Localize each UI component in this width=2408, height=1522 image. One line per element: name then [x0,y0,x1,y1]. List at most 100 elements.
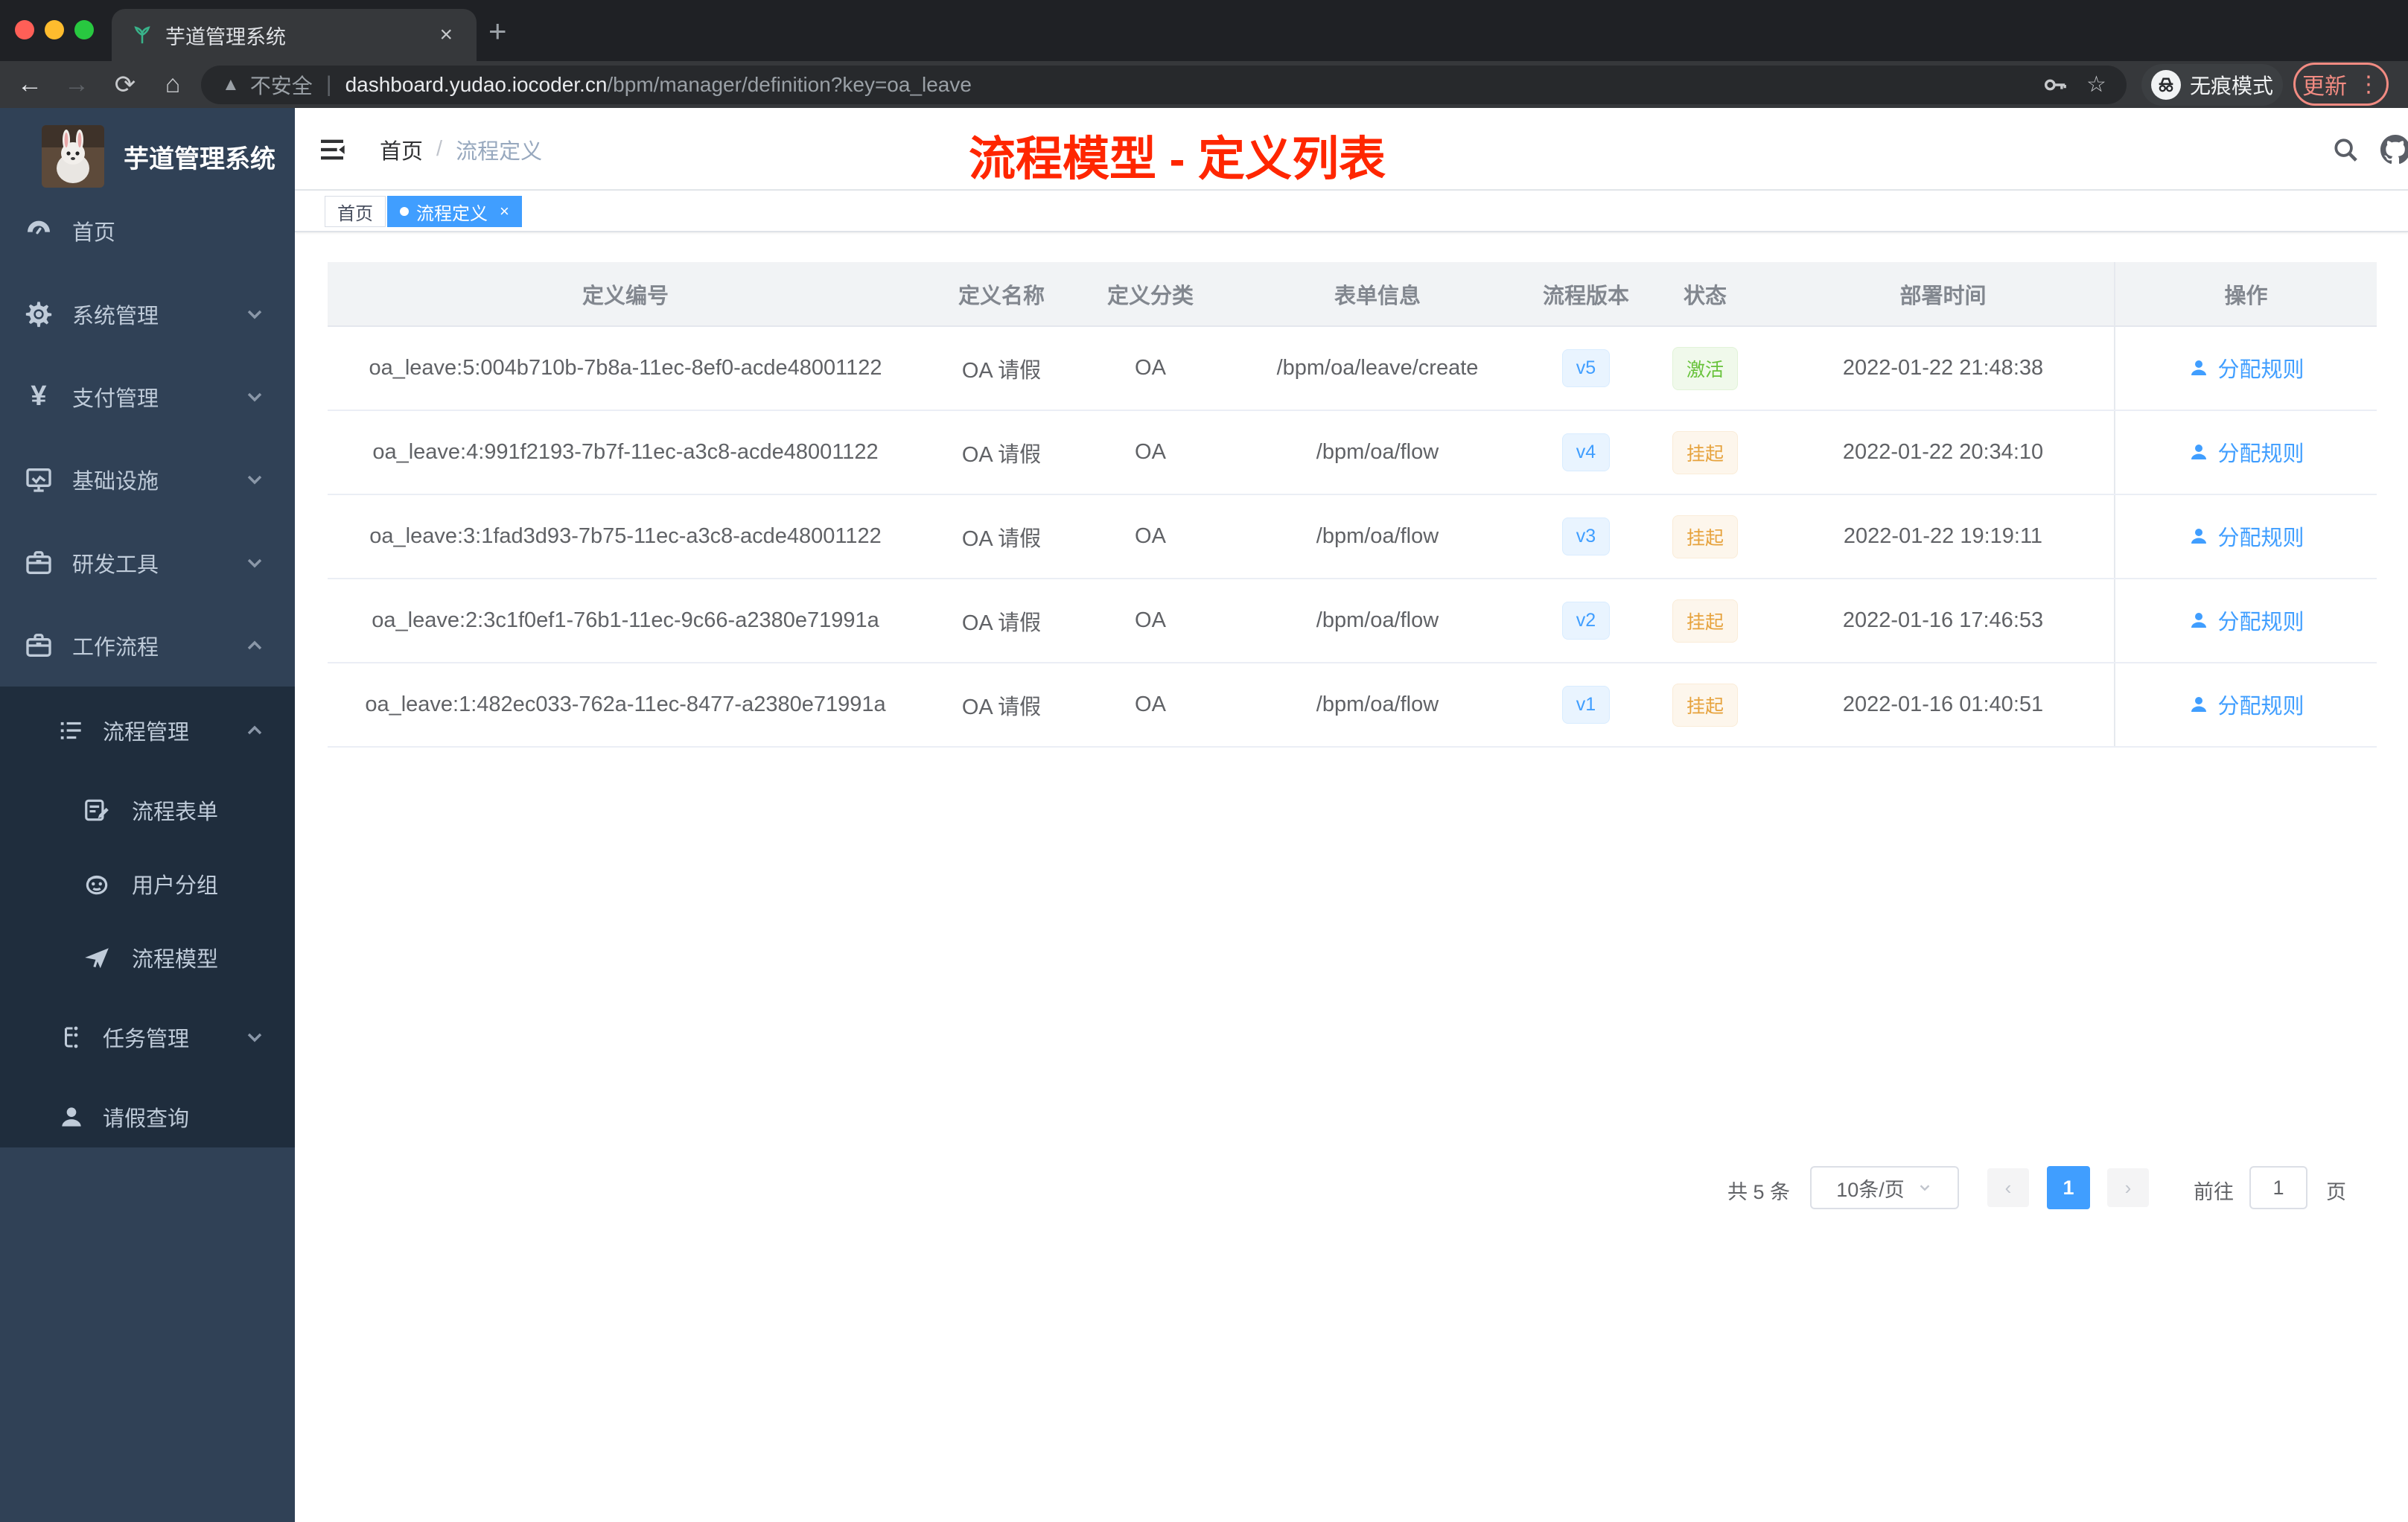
col-time: 部署时间 [1772,262,2115,327]
gear-icon [22,298,55,331]
sidebar-item-home[interactable]: 首页 [0,189,295,272]
table-row: oa_leave:1:482ec033-762a-11ec-8477-a2380… [328,663,2377,748]
forward-icon[interactable]: → [56,61,98,108]
assign-rule-button[interactable]: 分配规则 [2188,436,2305,468]
assign-rule-button[interactable]: 分配规则 [2188,689,2305,720]
sidebar-item-payment[interactable]: ¥ 支付管理 [0,355,295,438]
password-key-icon[interactable] [2042,61,2067,108]
process-list-icon [55,714,88,747]
cell-time: 2022-01-16 01:40:51 [1772,663,2115,748]
cell-id: oa_leave:5:004b710b-7b8a-11ec-8ef0-acde4… [328,326,923,411]
sidebar-item-label: 流程模型 [132,947,219,972]
goto-page-input[interactable]: 1 [2249,1166,2307,1209]
form-link[interactable]: /bpm/oa/flow [1221,579,1534,663]
col-action: 操作 [2114,262,2377,327]
window-zoom-button[interactable] [74,20,94,39]
sidebar-item-user-group[interactable]: 用户分组 [0,842,295,925]
breadcrumb-current: 流程定义 [456,139,543,164]
chevron-down-icon [243,302,267,326]
chevron-down-icon [243,385,267,409]
prev-page-button[interactable]: ‹ [1987,1168,2029,1207]
goto-label: 前往 [2194,1181,2234,1203]
version-badge[interactable]: v2 [1562,602,1610,640]
definition-name-link[interactable]: OA 请假 [923,326,1080,411]
sidebar-item-process-mgmt[interactable]: 流程管理 [0,689,295,771]
page-number-active[interactable]: 1 [2047,1166,2090,1209]
sidebar-item-infrastructure[interactable]: 基础设施 [0,438,295,520]
form-link[interactable]: /bpm/oa/leave/create [1221,326,1534,411]
chevron-down-icon [243,468,267,491]
col-name: 定义名称 [923,262,1080,327]
sidebar-item-system[interactable]: 系统管理 [0,273,295,355]
version-badge[interactable]: v3 [1562,518,1610,555]
browser-update-button[interactable]: 更新 ⋮ [2293,63,2389,106]
tag-current[interactable]: 流程定义 × [387,196,522,227]
breadcrumb: 首页 / 流程定义 [380,108,542,191]
cell-category: OA [1080,494,1221,579]
next-page-button[interactable]: › [2107,1168,2149,1207]
logo-row[interactable]: 芋道管理系统 [0,115,295,197]
active-dot-icon [400,207,409,216]
address-bar[interactable]: ▲ 不安全 | dashboard.yudao.iocoder.cn/bpm/m… [201,66,2127,104]
tag-home[interactable]: 首页 [325,196,386,227]
app-title: 芋道管理系统 [124,144,275,173]
sidebar-collapse-icon[interactable] [317,135,347,165]
sidebar-item-process-model[interactable]: 流程模型 [0,916,295,999]
search-icon[interactable] [2323,108,2368,191]
bookmark-star-icon[interactable]: ☆ [2086,61,2106,108]
col-status: 状态 [1638,262,1772,327]
tag-label: 首页 [337,203,373,224]
assign-rule-button[interactable]: 分配规则 [2188,520,2305,552]
sidebar-item-task-mgmt[interactable]: 任务管理 [0,996,295,1078]
back-icon[interactable]: ← [9,61,51,108]
main-area: 首页 / 流程定义 流程模型 - 定义列表 ? тT [295,108,2408,1522]
definition-name-link[interactable]: OA 请假 [923,663,1080,748]
form-link[interactable]: /bpm/oa/flow [1221,494,1534,579]
assign-rule-label: 分配规则 [2217,694,2305,719]
sidebar-item-leave-query[interactable]: 请假查询 [0,1075,295,1158]
new-tab-button[interactable]: + [488,16,507,47]
version-badge[interactable]: v5 [1562,349,1610,387]
incognito-icon [2150,70,2181,100]
tab-close-icon[interactable]: × [439,22,453,48]
definition-name-link[interactable]: OA 请假 [923,410,1080,495]
form-link[interactable]: /bpm/oa/flow [1221,663,1534,748]
table-row: oa_leave:3:1fad3d93-7b75-11ec-a3c8-acde4… [328,494,2377,579]
version-badge[interactable]: v1 [1562,686,1610,724]
cell-category: OA [1080,410,1221,495]
window-close-button[interactable] [15,20,34,39]
screen: 芋道管理系统 × + ← → ⟳ ⌂ ▲ 不安全 | dashboard.yud… [0,0,2408,1522]
security-label[interactable]: 不安全 [250,70,313,100]
reload-icon[interactable]: ⟳ [104,61,146,108]
window-minimize-button[interactable] [45,20,64,39]
page-size-value: 10条/页 [1836,1178,1905,1201]
table-row: oa_leave:5:004b710b-7b8a-11ec-8ef0-acde4… [328,326,2377,411]
table-row: oa_leave:2:3c1f0ef1-76b1-11ec-9c66-a2380… [328,579,2377,663]
assign-rule-button[interactable]: 分配规则 [2188,352,2305,383]
form-edit-icon [80,794,113,827]
form-link[interactable]: /bpm/oa/flow [1221,410,1534,495]
github-icon[interactable] [2373,108,2408,191]
sidebar-item-process-form[interactable]: 流程表单 [0,768,295,851]
tag-close-icon[interactable]: × [500,202,509,221]
pagination: 共 5 条 10条/页 ‹ 1 › 前往 1 页 [295,1165,2377,1210]
sidebar: 芋道管理系统 首页 系统管理 ¥ 支付管理 基础设施 研发工具 工作流程 流程管… [0,108,295,1522]
home-icon[interactable]: ⌂ [152,61,194,108]
paper-plane-icon [80,941,113,974]
site-favicon-icon [134,26,150,44]
browser-menu-icon[interactable]: ⋮ [2357,71,2380,98]
sidebar-item-dev-tools[interactable]: 研发工具 [0,521,295,604]
status-badge: 挂起 [1672,683,1738,727]
breadcrumb-separator: / [436,137,443,161]
cell-category: OA [1080,663,1221,748]
definition-name-link[interactable]: OA 请假 [923,494,1080,579]
breadcrumb-home[interactable]: 首页 [380,134,423,165]
sidebar-item-workflow[interactable]: 工作流程 [0,604,295,687]
assign-rule-button[interactable]: 分配规则 [2188,605,2305,636]
cell-id: oa_leave:1:482ec033-762a-11ec-8477-a2380… [328,663,923,748]
browser-tab[interactable]: 芋道管理系统 × [112,9,477,61]
page-size-select[interactable]: 10条/页 [1810,1166,1959,1209]
version-badge[interactable]: v4 [1562,433,1610,471]
definition-name-link[interactable]: OA 请假 [923,579,1080,663]
user-group-icon [80,867,113,900]
